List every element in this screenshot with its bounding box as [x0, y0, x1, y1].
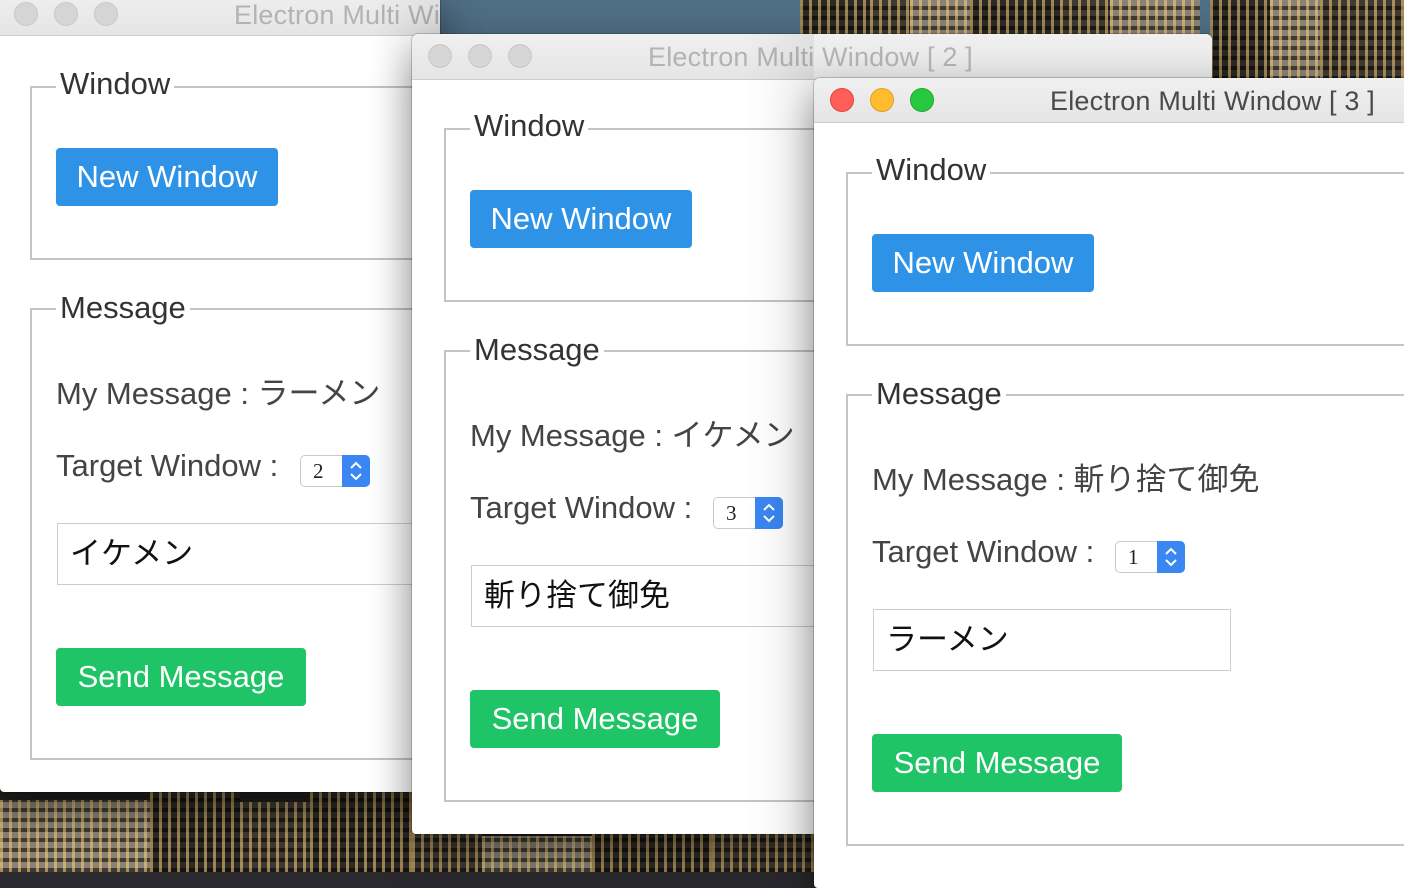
- message-input[interactable]: ラーメン: [873, 609, 1231, 671]
- close-dot-icon[interactable]: [14, 2, 38, 26]
- message-input[interactable]: イケメン: [57, 523, 440, 585]
- updown-chevron-icon: [342, 455, 370, 487]
- new-window-button[interactable]: New Window: [872, 234, 1094, 292]
- target-window-value: 1: [1128, 545, 1139, 569]
- message-legend: Message: [470, 332, 604, 368]
- title-bar[interactable]: Electron Multi Window [ 3 ]: [814, 78, 1404, 123]
- title-bar[interactable]: Electron Multi Window [ 1 ]: [0, 0, 440, 36]
- maximize-dot-icon[interactable]: [94, 2, 118, 26]
- window-legend: Window: [470, 108, 589, 144]
- close-dot-icon[interactable]: [428, 44, 452, 68]
- message-input[interactable]: 斬り捨て御免: [471, 565, 871, 627]
- my-message-text: My Message : イケメン: [470, 418, 795, 453]
- minimize-dot-icon[interactable]: [468, 44, 492, 68]
- close-dot-icon[interactable]: [830, 88, 854, 112]
- window-legend: Window: [56, 66, 175, 102]
- app-window-3[interactable]: Electron Multi Window [ 3 ] Window New W…: [814, 78, 1404, 888]
- target-window-select[interactable]: 1: [1115, 541, 1185, 573]
- message-legend: Message: [56, 290, 190, 326]
- target-window-label: Target Window :: [872, 534, 1095, 569]
- my-message-text: My Message : ラーメン: [56, 376, 381, 411]
- window-title: Electron Multi Window [ 1 ]: [234, 0, 440, 30]
- window-title: Electron Multi Window [ 2 ]: [648, 42, 974, 72]
- target-window-label: Target Window :: [470, 490, 693, 525]
- my-message-text: My Message : 斬り捨て御免: [872, 462, 1260, 497]
- updown-chevron-icon: [1157, 541, 1185, 573]
- updown-chevron-icon: [755, 497, 783, 529]
- target-window-value: 3: [726, 501, 737, 525]
- window-legend: Window: [872, 152, 991, 188]
- send-message-button[interactable]: Send Message: [872, 734, 1122, 792]
- window-title: Electron Multi Window [ 3 ]: [1050, 86, 1376, 116]
- new-window-button[interactable]: New Window: [56, 148, 278, 206]
- target-window-select[interactable]: 2: [300, 455, 370, 487]
- target-window-label: Target Window :: [56, 448, 279, 483]
- target-window-select[interactable]: 3: [713, 497, 783, 529]
- send-message-button[interactable]: Send Message: [470, 690, 720, 748]
- new-window-button[interactable]: New Window: [470, 190, 692, 248]
- minimize-dot-icon[interactable]: [54, 2, 78, 26]
- title-bar[interactable]: Electron Multi Window [ 2 ]: [412, 34, 1212, 80]
- app-window-1[interactable]: Electron Multi Window [ 1 ] Window New W…: [0, 0, 440, 792]
- maximize-dot-icon[interactable]: [910, 88, 934, 112]
- message-legend: Message: [872, 376, 1006, 412]
- maximize-dot-icon[interactable]: [508, 44, 532, 68]
- minimize-dot-icon[interactable]: [870, 88, 894, 112]
- send-message-button[interactable]: Send Message: [56, 648, 306, 706]
- target-window-value: 2: [313, 459, 324, 483]
